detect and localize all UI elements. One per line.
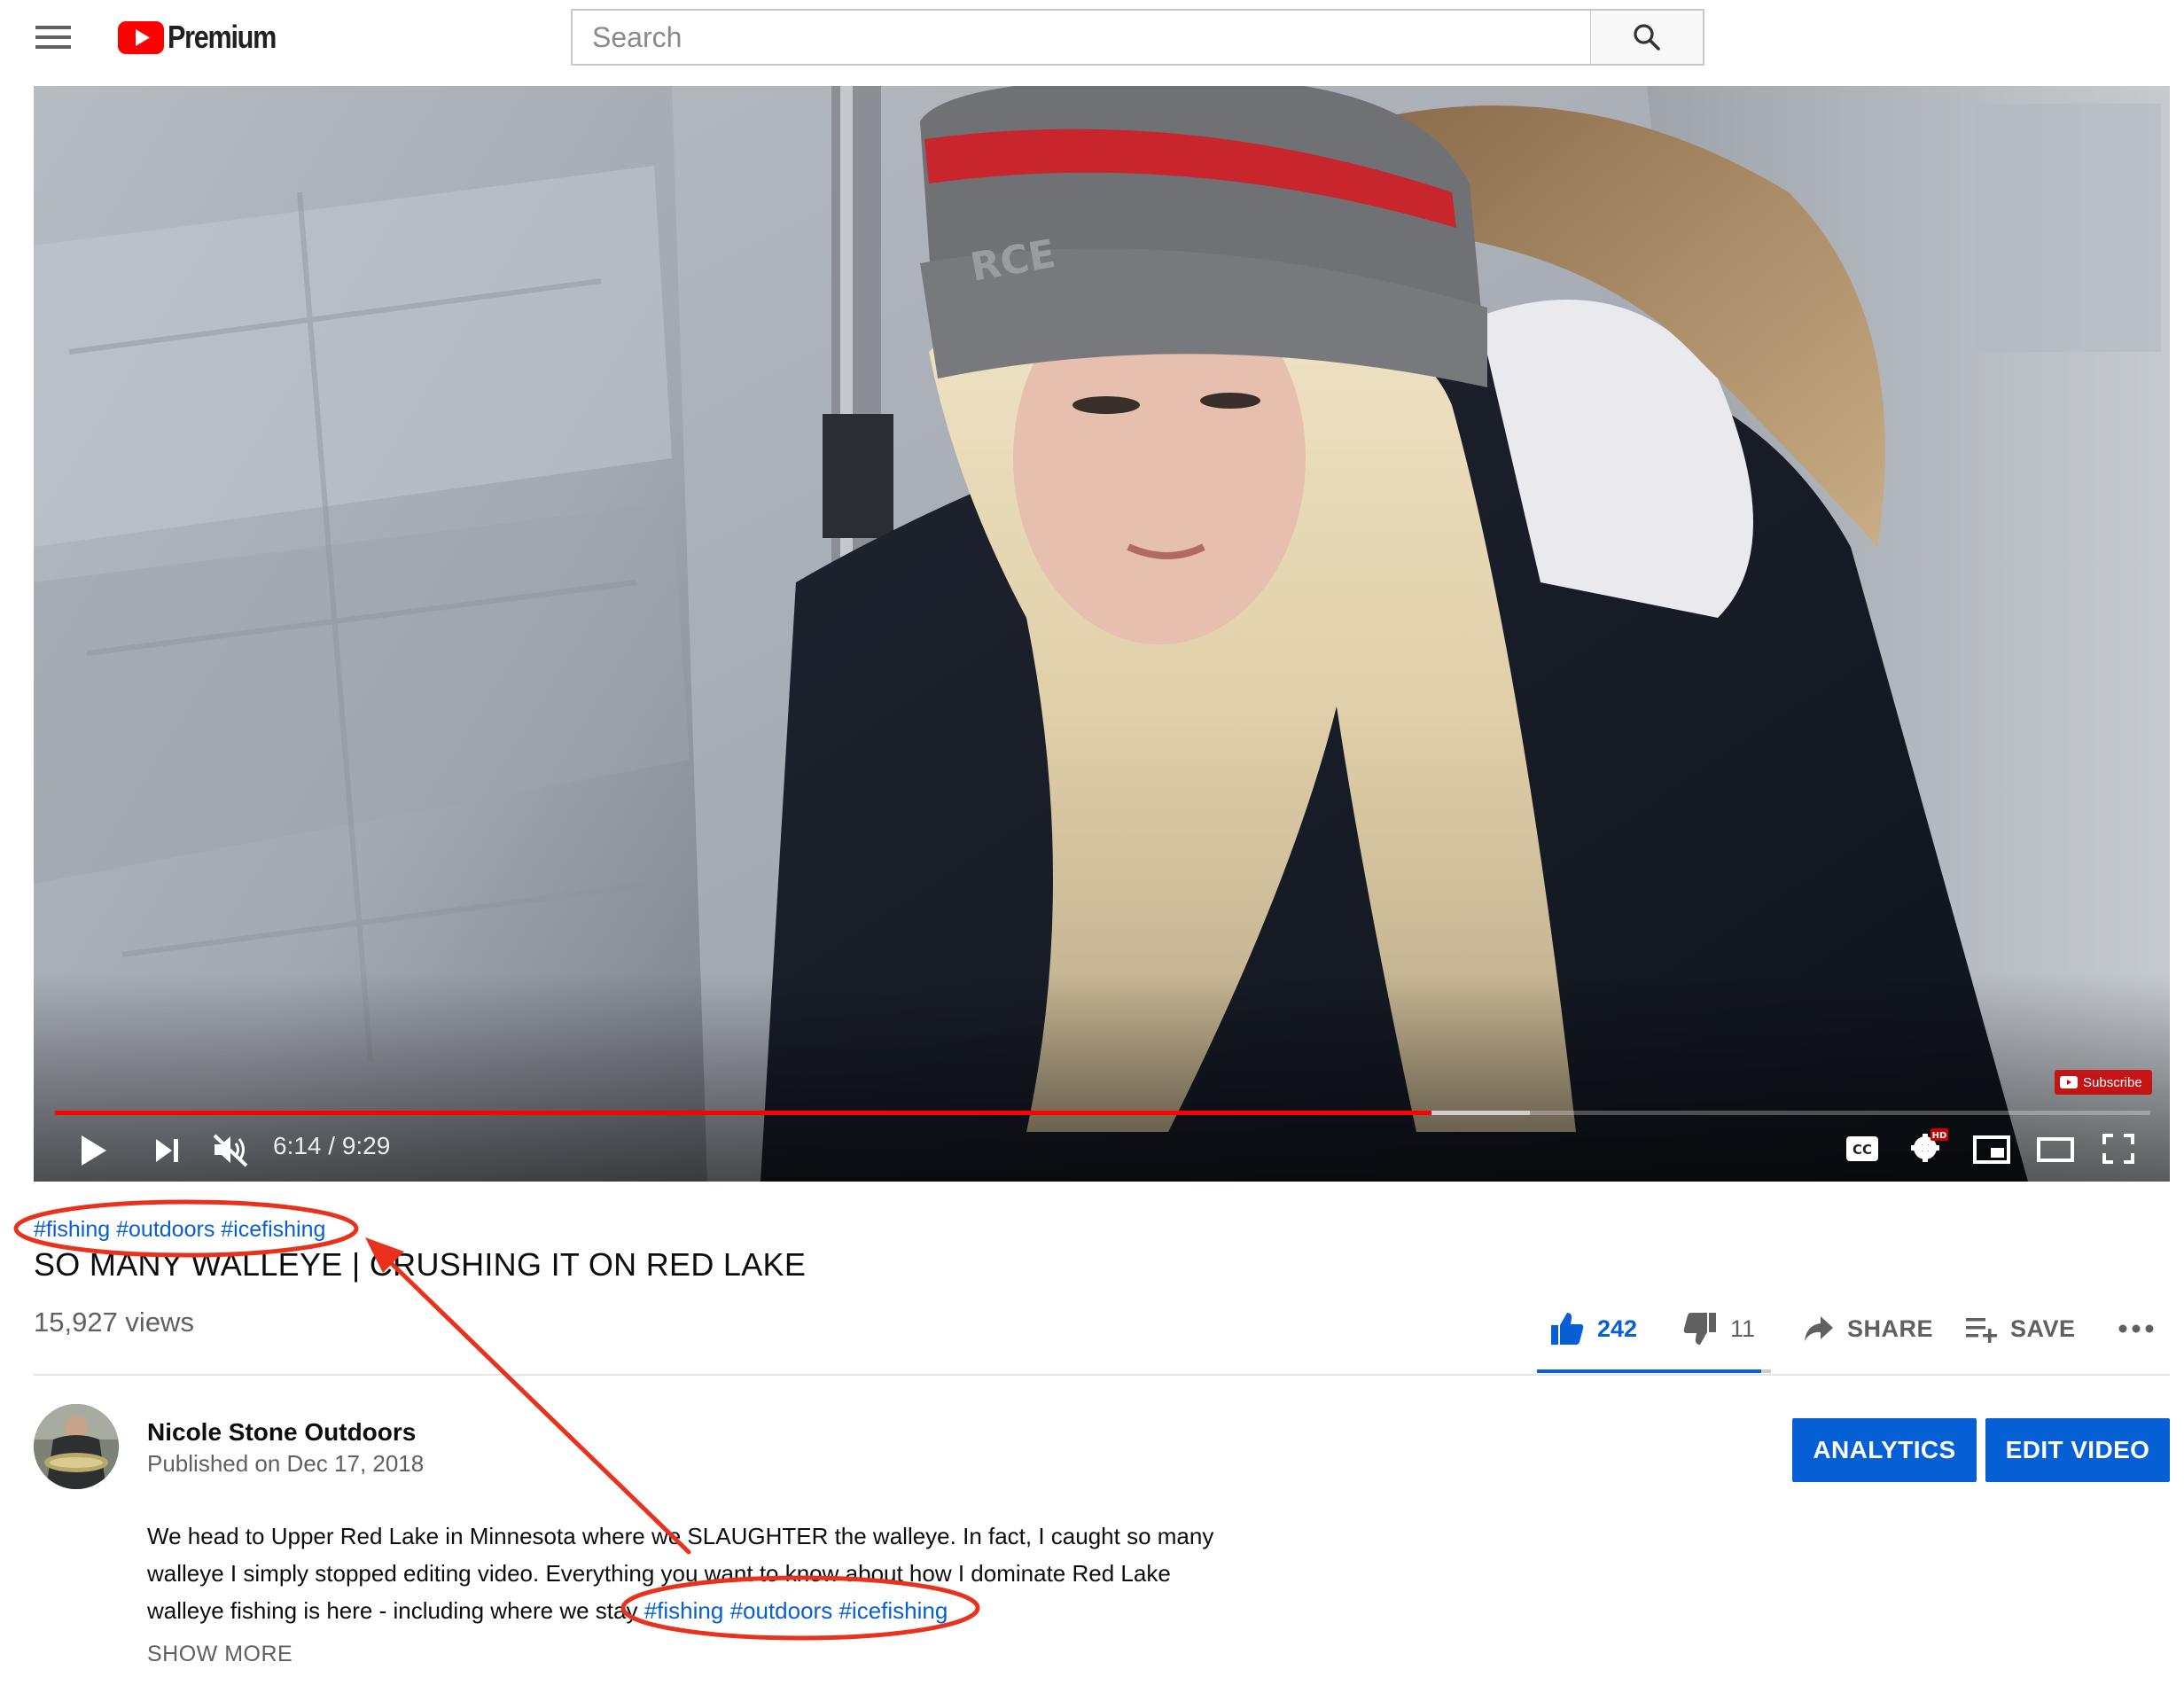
progress-bar[interactable] [55,1111,2150,1115]
save-button[interactable]: SAVE [1964,1308,2076,1349]
description-line: walleye I simply stopped editing video. … [147,1560,1171,1587]
more-actions-button[interactable] [2118,1308,2154,1349]
edit-video-button[interactable]: EDIT VIDEO [1985,1418,2170,1482]
thumbs-down-icon [1683,1313,1716,1345]
search-input[interactable] [592,20,1590,54]
hashtag-row: #fishing #outdoors #icefishing [34,1217,325,1243]
search-button[interactable] [1591,9,1704,66]
dislike-button[interactable]: 11 [1682,1308,1755,1349]
menu-icon[interactable] [35,24,71,51]
share-button[interactable]: SHARE [1803,1308,1933,1349]
thumbs-up-icon [1551,1313,1584,1345]
channel-name[interactable]: Nicole Stone Outdoors [147,1418,416,1447]
subscribe-watermark-label: Subscribe [2083,1074,2142,1090]
miniplayer-icon[interactable] [1973,1135,2010,1164]
annotation-arrow-line [380,1252,691,1555]
settings-hd-icon[interactable]: HD [1907,1127,1948,1166]
fullscreen-icon[interactable] [2102,1134,2134,1164]
publish-date: Published on Dec 17, 2018 [147,1450,425,1477]
description-text: walleye fishing is here - including wher… [147,1597,644,1624]
search-field[interactable] [571,9,1592,66]
dislike-count: 11 [1730,1315,1756,1342]
video-frame: RCE [34,86,2170,1182]
divider [34,1374,2170,1376]
svg-text:CC: CC [1852,1142,1872,1158]
share-arrow-icon [1805,1316,1833,1341]
video-title: SO MANY WALLEYE | CRUSHING IT ON RED LAK… [34,1246,807,1283]
video-player[interactable]: RCE Subscribe 6:14 / 9:29 CC HD [34,86,2170,1182]
played-bar [55,1111,1432,1115]
video-description: We head to Upper Red Lake in Minnesota w… [147,1517,1214,1629]
like-count: 242 [1597,1315,1638,1342]
sentiment-bar [1537,1369,1771,1373]
captions-icon[interactable]: CC [1845,1135,1879,1162]
brand-label: Premium [168,19,277,55]
mute-icon[interactable] [211,1132,250,1167]
desc-hashtag-outdoors[interactable]: #outdoors [730,1597,833,1624]
hashtag-outdoors[interactable]: #outdoors [116,1217,214,1242]
youtube-premium-logo[interactable]: Premium [118,19,295,55]
show-more-button[interactable]: SHOW MORE [147,1642,292,1667]
avatar-image [34,1404,119,1489]
playlist-add-icon [1966,1318,1997,1343]
masthead: Premium [0,0,2184,86]
hashtag-fishing[interactable]: #fishing [34,1217,110,1242]
search-icon [1634,24,1660,51]
svg-text:HD: HD [1932,1131,1947,1141]
youtube-mini-icon [2060,1076,2078,1088]
desc-hashtag-fishing[interactable]: #fishing [644,1597,724,1624]
subscribe-watermark[interactable]: Subscribe [2055,1070,2152,1095]
next-icon[interactable] [154,1137,181,1164]
save-label: SAVE [2010,1315,2076,1342]
channel-avatar[interactable] [34,1404,119,1489]
more-horizontal-icon [2118,1324,2154,1333]
sentiment-like-fill [1537,1369,1761,1373]
time-display: 6:14 / 9:29 [273,1132,391,1159]
youtube-logo-icon [118,20,164,54]
like-button[interactable]: 242 [1549,1308,1637,1349]
view-count: 15,927 views [34,1307,194,1338]
description-line: We head to Upper Red Lake in Minnesota w… [147,1523,1214,1549]
desc-hashtag-icefishing[interactable]: #icefishing [838,1597,948,1624]
play-icon[interactable] [78,1134,108,1167]
analytics-button[interactable]: ANALYTICS [1792,1418,1977,1482]
share-label: SHARE [1847,1315,1934,1342]
hashtag-icefishing[interactable]: #icefishing [221,1217,325,1242]
theater-icon[interactable] [2037,1137,2074,1162]
description-line-with-tags: walleye fishing is here - including wher… [147,1592,1211,1629]
description-hashtags: #fishing #outdoors #icefishing [644,1597,948,1624]
